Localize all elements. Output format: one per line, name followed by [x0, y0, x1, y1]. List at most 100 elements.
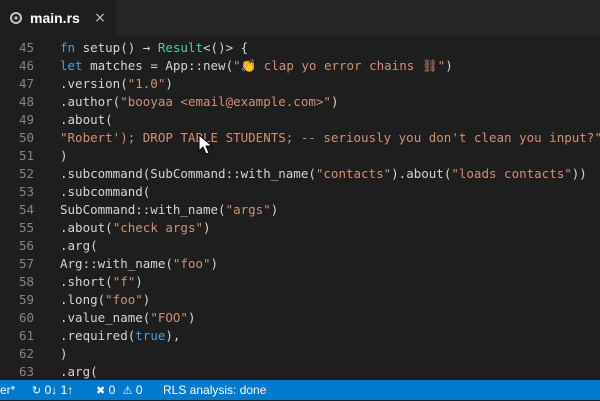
code-text: Arg::with_name("foo"): [60, 255, 218, 273]
code-line: 56 .arg(: [0, 237, 600, 255]
git-branch[interactable]: er*: [0, 380, 15, 400]
code-token: ): [210, 256, 219, 271]
code-line: 59 .long("foo"): [0, 291, 600, 309]
code-text: ): [60, 345, 68, 363]
code-token: .long(: [60, 292, 106, 307]
code-token: <()> {: [203, 40, 249, 55]
code-text: fn setup() → Result<()> {: [60, 39, 248, 57]
line-number: 52: [18, 166, 34, 181]
sync-counts: 0↓ 1↑: [44, 383, 74, 397]
code-line: 57 Arg::with_name("foo"): [0, 255, 600, 273]
code-token: ): [203, 220, 211, 235]
code-line: 45 fn setup() → Result<()> {: [0, 39, 600, 57]
line-number: 63: [18, 364, 34, 379]
status-bar: er* ↻ 0↓ 1↑ ✖ 0 ⚠ 0 RLS analysis: done: [0, 380, 600, 400]
code-text: .about(: [60, 111, 113, 129]
code-token: .about(: [60, 112, 113, 127]
code-line: 61 .required(true),: [0, 327, 600, 345]
code-token: ): [165, 76, 173, 91]
code-line: 52 .subcommand(SubCommand::with_name("con…: [0, 165, 600, 183]
mouse-pointer-icon: [198, 134, 214, 155]
code-token: "check args": [112, 220, 203, 235]
line-number: 51: [18, 148, 34, 163]
code-token: "foo": [105, 292, 143, 307]
code-line: 63 .arg(: [0, 363, 600, 380]
line-number: 56: [18, 238, 34, 253]
code-line: 60 .value_name("FOO"): [0, 309, 600, 327]
sync-status[interactable]: ↻ 0↓ 1↑: [32, 380, 73, 401]
code-token: ): [187, 310, 196, 325]
code-line: 54 SubCommand::with_name("args"): [0, 201, 600, 219]
code-token: "FOO": [150, 310, 188, 325]
code-line: 47 .version("1.0"): [0, 75, 600, 93]
code-text: .value_name("FOO"): [60, 309, 195, 327]
code-token: .arg(: [60, 238, 98, 253]
tab-title: main.rs: [30, 10, 80, 26]
code-text: .required(true),: [60, 327, 180, 345]
sync-icon: ↻: [32, 384, 42, 397]
code-text: "Robert'); DROP TABLE STUDENTS; -- serio…: [60, 129, 600, 147]
error-count: 0: [108, 383, 116, 397]
code-token: true: [135, 328, 166, 343]
code-token: "booyaa <email@example.com>": [120, 94, 331, 109]
code-text: ): [60, 147, 68, 165]
code-token: .about(: [60, 220, 113, 235]
tab-main-rs[interactable]: main.rs ×: [0, 0, 116, 36]
code-text: .long("foo"): [60, 291, 150, 309]
line-number: 49: [18, 112, 34, 127]
code-line: 48 .author("booyaa <email@example.com>"): [0, 93, 600, 111]
code-token: "contacts": [315, 166, 392, 181]
line-number: 54: [18, 202, 34, 217]
line-number: 58: [18, 274, 34, 289]
problems-status[interactable]: ✖ 0 ⚠ 0: [96, 380, 143, 401]
code-token: fn: [60, 40, 83, 55]
code-token: Result: [157, 40, 204, 55]
code-text: .arg(: [60, 237, 98, 255]
tab-bar: main.rs ×: [0, 0, 600, 36]
line-number: 48: [18, 94, 34, 109]
rls-status[interactable]: RLS analysis: done: [163, 380, 266, 400]
code-token: Arg::with_name(: [60, 256, 173, 271]
code-text: .short("f"): [60, 273, 143, 291]
code-text: .arg(: [60, 363, 98, 380]
code-token: 👏: [240, 58, 257, 73]
line-number: 59: [18, 292, 34, 307]
code-line: 53 .subcommand(: [0, 183, 600, 201]
code-token: "args": [225, 202, 271, 217]
code-token: ): [60, 346, 68, 361]
line-number: 50: [18, 130, 34, 145]
code-token: ): [270, 202, 279, 217]
line-number: 62: [18, 346, 34, 361]
code-token: ): [142, 292, 151, 307]
code-text: .version("1.0"): [60, 75, 173, 93]
warning-icon: ⚠: [122, 384, 133, 397]
code-token: let: [60, 58, 91, 73]
code-line: 51): [0, 147, 600, 165]
code-token: )): [571, 166, 587, 181]
code-token: .required(: [60, 328, 136, 343]
line-number: 53: [18, 184, 34, 199]
code-line: 55 .about("check args"): [0, 219, 600, 237]
line-number: 61: [18, 328, 34, 343]
code-text: .subcommand(SubCommand::with_name("conta…: [60, 165, 587, 183]
code-token: ": [233, 58, 241, 73]
code-line: 58 .short("f"): [0, 273, 600, 291]
code-line: 46 let matches = App::new("👏 clap yo erro…: [0, 57, 600, 75]
code-token: "loads contacts": [451, 166, 572, 181]
code-token: .subcommand(: [60, 184, 151, 199]
line-number: 45: [18, 40, 34, 55]
code-token: "Robert'); DROP TABLE STUDENTS; -- serio…: [60, 130, 600, 145]
code-token: setup(): [82, 40, 143, 55]
code-line: 62): [0, 345, 600, 363]
code-editor[interactable]: 45 fn setup() → Result<()> {46 let matches…: [0, 36, 600, 380]
line-number: 46: [18, 58, 34, 73]
code-token: →: [142, 40, 158, 55]
close-icon[interactable]: ×: [92, 0, 108, 36]
code-token: "foo": [172, 256, 211, 271]
code-token: .value_name(: [60, 310, 151, 325]
code-token: ): [60, 148, 68, 163]
rust-file-icon: [10, 12, 22, 24]
code-token: .version(: [60, 76, 128, 91]
line-number: 60: [18, 310, 34, 325]
code-token: "f": [112, 274, 136, 289]
